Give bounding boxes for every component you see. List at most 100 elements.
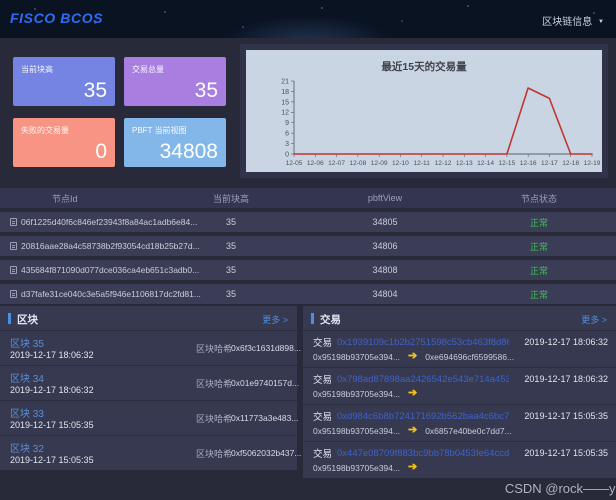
svg-text:12-09: 12-09 bbox=[371, 160, 388, 167]
pbftview-cell: 34805 bbox=[308, 217, 462, 227]
block-link[interactable]: 区块 34 bbox=[10, 370, 44, 385]
blocks-more-link[interactable]: 更多 > bbox=[262, 313, 288, 326]
tx-timestamp: 2019-12-17 18:06:32 bbox=[524, 337, 608, 347]
table-row: 435684f871090d077dce036ca4eb651c3adb0...… bbox=[0, 260, 616, 280]
svg-text:12-08: 12-08 bbox=[349, 160, 366, 167]
status-badge: 正常 bbox=[462, 240, 616, 253]
tx-timestamp: 2019-12-17 15:05:35 bbox=[524, 448, 608, 458]
svg-text:12-17: 12-17 bbox=[541, 160, 558, 167]
svg-text:9: 9 bbox=[285, 120, 289, 127]
panel-title: 交易 bbox=[320, 312, 341, 327]
transactions-panel: 交易 更多 > 交易 0x1939109c1b2b2751598c53cb463… bbox=[303, 306, 616, 478]
block-timestamp: 2019-12-17 15:05:35 bbox=[10, 455, 94, 465]
app-header: FISCO BCOS 区块链信息 ▼ bbox=[0, 0, 616, 38]
tx-hash-link[interactable]: 0x798ad87898aa2426542e543e714a45322... bbox=[337, 374, 509, 385]
copy-icon[interactable] bbox=[10, 218, 17, 226]
block-height-cell: 35 bbox=[154, 241, 308, 251]
stats-grid: 当前块高 35 交易总量 35 失败的交易量 0 PBFT 当前视图 34808 bbox=[13, 57, 226, 167]
svg-text:12-18: 12-18 bbox=[562, 160, 579, 167]
block-hash-label: 区块哈希 bbox=[196, 342, 232, 355]
block-hash-label: 区块哈希 bbox=[196, 377, 232, 390]
transactions-more-link[interactable]: 更多 > bbox=[581, 313, 607, 326]
tx-volume-chart-panel: 最近15天的交易量 03691215182112-0512-0612-0712-… bbox=[240, 44, 608, 178]
copy-icon[interactable] bbox=[10, 290, 17, 298]
transaction-list-item: 交易 0x1939109c1b2b2751598c53cb463f8d86b6.… bbox=[303, 330, 616, 367]
tx-label: 交易 bbox=[313, 409, 332, 423]
node-id-cell: d37fafe31ce040c3e5a5f946e1106817dc2fd81.… bbox=[0, 289, 154, 299]
panel-title: 区块 bbox=[17, 312, 38, 327]
tx-volume-line-chart: 03691215182112-0512-0612-0712-0812-0912-… bbox=[248, 76, 600, 172]
stat-card-tx-total: 交易总量 35 bbox=[124, 57, 226, 106]
tx-hash-link[interactable]: 0x1939109c1b2b2751598c53cb463f8d86b6... bbox=[337, 337, 509, 348]
table-row: 06f1225d40f6c846ef23943f8a84ac1adb6e84..… bbox=[0, 212, 616, 232]
tx-timestamp: 2019-12-17 18:06:32 bbox=[524, 374, 608, 384]
stat-value: 35 bbox=[84, 79, 107, 103]
tx-from-address: 0x95198b93705e394... bbox=[313, 352, 400, 362]
svg-text:12: 12 bbox=[281, 110, 289, 117]
svg-text:12-15: 12-15 bbox=[498, 160, 515, 167]
arrow-right-icon: ➔ bbox=[408, 388, 417, 399]
tx-label: 交易 bbox=[313, 446, 332, 460]
block-height-cell: 35 bbox=[154, 289, 308, 299]
svg-text:12-12: 12-12 bbox=[435, 160, 452, 167]
block-list-item: 区块 35 2019-12-17 18:06:32 区块哈希 0x6f3c163… bbox=[0, 330, 297, 365]
blocks-panel: 区块 更多 > 区块 35 2019-12-17 18:06:32 区块哈希 0… bbox=[0, 306, 297, 470]
tx-label: 交易 bbox=[313, 372, 332, 386]
nodes-table: 节点Id 当前块高 pbftView 节点状态 06f1225d40f6c846… bbox=[0, 188, 616, 304]
stat-card-failed-tx: 失败的交易量 0 bbox=[13, 118, 115, 167]
copy-icon[interactable] bbox=[10, 266, 17, 274]
svg-text:12-14: 12-14 bbox=[477, 160, 494, 167]
table-row: d37fafe31ce040c3e5a5f946e1106817dc2fd81.… bbox=[0, 284, 616, 304]
block-height-cell: 35 bbox=[154, 217, 308, 227]
block-link[interactable]: 区块 32 bbox=[10, 440, 44, 455]
tx-to-address: 0x6857e40be0c7dd7... bbox=[425, 426, 512, 436]
svg-text:12-16: 12-16 bbox=[520, 160, 537, 167]
svg-text:3: 3 bbox=[285, 141, 289, 148]
accent-bar bbox=[311, 313, 314, 324]
transaction-list-item: 交易 0xd984c6b8b724171692b562baa4c6bc7ef1.… bbox=[303, 404, 616, 441]
block-hash-label: 区块哈希 bbox=[196, 412, 232, 425]
stat-label: 失败的交易量 bbox=[21, 125, 69, 136]
svg-text:15: 15 bbox=[281, 99, 289, 106]
block-list-item: 区块 32 2019-12-17 15:05:35 区块哈希 0xf506203… bbox=[0, 435, 297, 470]
status-badge: 正常 bbox=[462, 264, 616, 277]
arrow-right-icon: ➔ bbox=[408, 351, 417, 362]
table-row: 20816aae28a4c58738b2f93054cd18b25b27d...… bbox=[0, 236, 616, 256]
svg-text:18: 18 bbox=[281, 89, 289, 96]
chevron-down-icon: ▼ bbox=[598, 19, 604, 25]
tx-hash-link[interactable]: 0x447e08709f883bc9bb78b0453fe64ccd79... bbox=[337, 448, 509, 459]
block-hash: 0xf5062032b437... bbox=[231, 448, 301, 458]
arrow-right-icon: ➔ bbox=[408, 462, 417, 473]
transactions-panel-header: 交易 更多 > bbox=[303, 306, 616, 330]
node-id-cell: 20816aae28a4c58738b2f93054cd18b25b27d... bbox=[0, 241, 154, 251]
svg-text:12-10: 12-10 bbox=[392, 160, 409, 167]
block-timestamp: 2019-12-17 15:05:35 bbox=[10, 420, 94, 430]
col-header-node-status: 节点状态 bbox=[462, 192, 616, 205]
copy-icon[interactable] bbox=[10, 242, 17, 250]
stat-label: 当前块高 bbox=[21, 64, 53, 75]
block-link[interactable]: 区块 33 bbox=[10, 405, 44, 420]
svg-text:6: 6 bbox=[285, 131, 289, 138]
node-id-cell: 435684f871090d077dce036ca4eb651c3adb0... bbox=[0, 265, 154, 275]
chart-title: 最近15天的交易量 bbox=[246, 50, 602, 74]
app-logo: FISCO BCOS bbox=[10, 10, 103, 26]
block-list-item: 区块 34 2019-12-17 18:06:32 区块哈希 0x01e9740… bbox=[0, 365, 297, 400]
tx-hash-link[interactable]: 0xd984c6b8b724171692b562baa4c6bc7ef1... bbox=[337, 411, 509, 422]
svg-text:12-11: 12-11 bbox=[414, 160, 431, 167]
block-list-item: 区块 33 2019-12-17 15:05:35 区块哈希 0x11773a3… bbox=[0, 400, 297, 435]
svg-text:12-05: 12-05 bbox=[286, 160, 303, 167]
tx-to-address: 0xe694696cf6599586... bbox=[425, 352, 514, 362]
stat-value: 34808 bbox=[160, 140, 218, 164]
stat-value: 35 bbox=[195, 79, 218, 103]
blockchain-info-dropdown[interactable]: 区块链信息 ▼ bbox=[542, 13, 604, 28]
status-badge: 正常 bbox=[462, 288, 616, 301]
svg-text:12-06: 12-06 bbox=[307, 160, 324, 167]
block-link[interactable]: 区块 35 bbox=[10, 335, 44, 350]
dropdown-label: 区块链信息 bbox=[542, 17, 592, 28]
stat-label: 交易总量 bbox=[132, 64, 164, 75]
pbftview-cell: 34806 bbox=[308, 241, 462, 251]
block-timestamp: 2019-12-17 18:06:32 bbox=[10, 350, 94, 360]
stat-card-block-height: 当前块高 35 bbox=[13, 57, 115, 106]
arrow-right-icon: ➔ bbox=[408, 425, 417, 436]
blocks-panel-header: 区块 更多 > bbox=[0, 306, 297, 330]
